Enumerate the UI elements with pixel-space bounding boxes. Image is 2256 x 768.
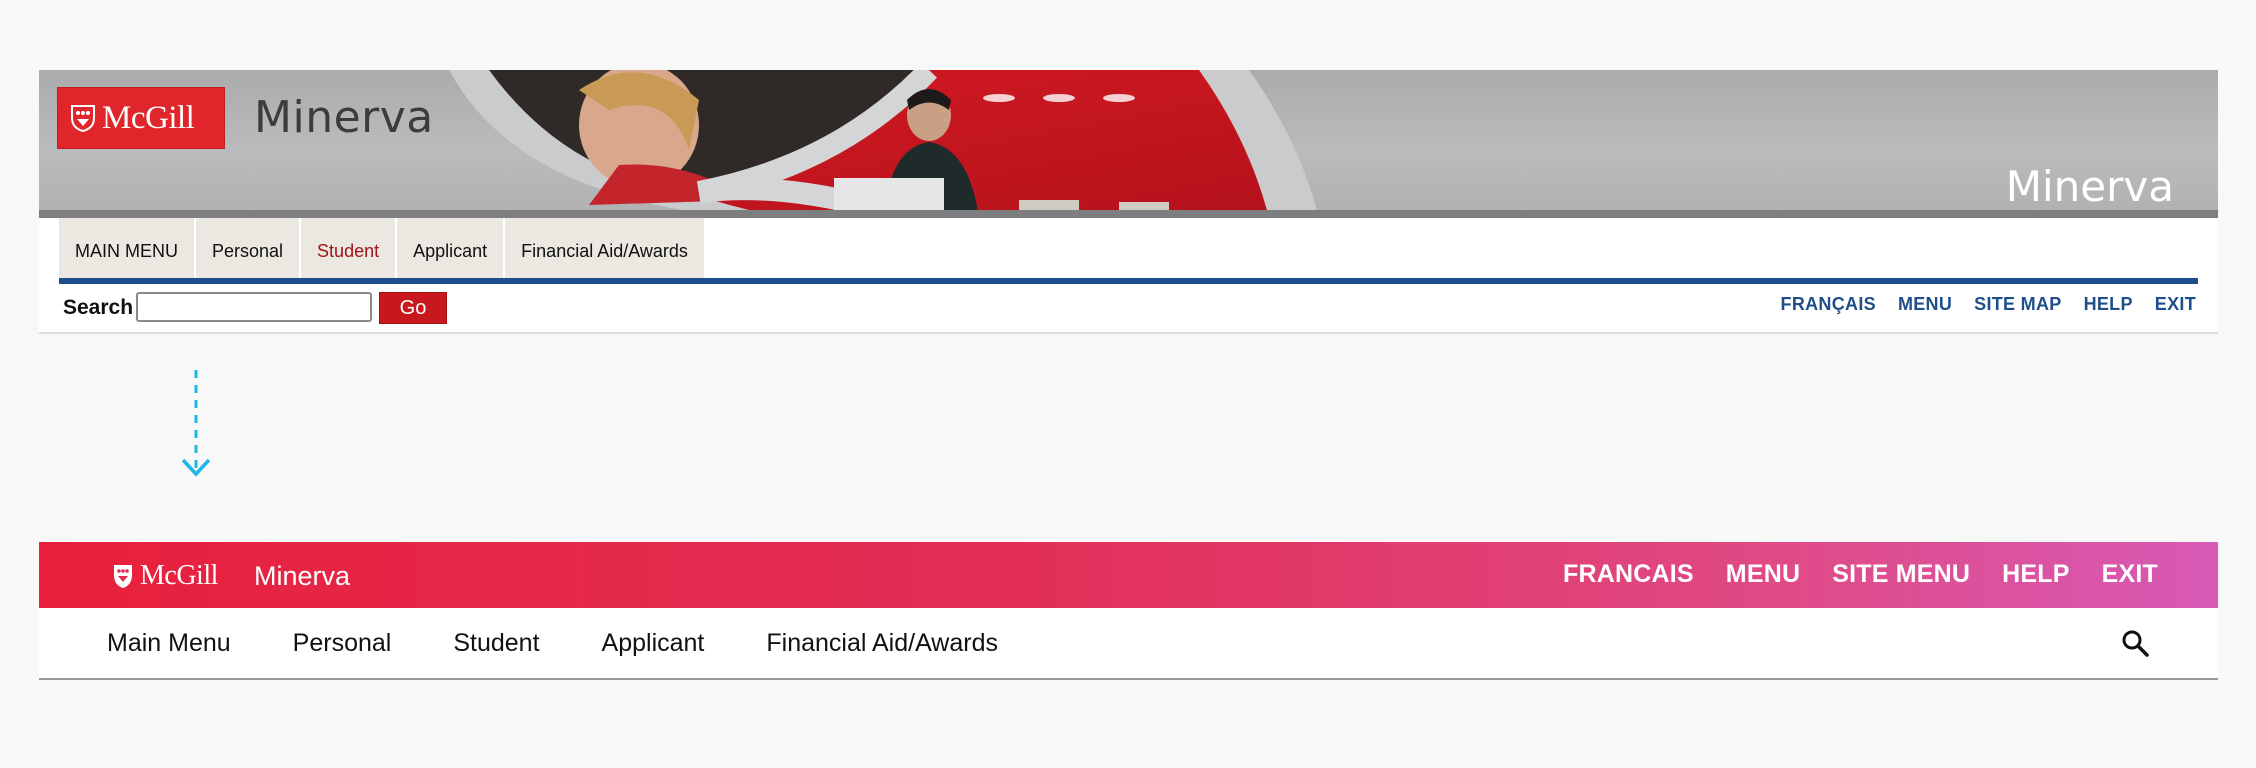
link-site-map[interactable]: SITE MAP (1974, 294, 2061, 315)
link-menu[interactable]: MENU (1726, 560, 1800, 589)
tab-label: MAIN MENU (75, 240, 178, 261)
go-button[interactable]: Go (379, 292, 447, 324)
tab-main-menu[interactable]: MAIN MENU (59, 218, 196, 284)
old-search-bar: Search Go FRANÇAIS MENU SITE MAP HELP EX… (39, 278, 2218, 334)
link-francais[interactable]: FRANCAIS (1563, 560, 1694, 589)
tab-label: Personal (212, 240, 284, 261)
old-banner: McGill Minerva Minerva (39, 70, 2218, 218)
link-francais[interactable]: FRANÇAIS (1781, 294, 1876, 315)
tab-student[interactable]: Student (453, 629, 539, 658)
utility-links: FRANÇAIS MENU SITE MAP HELP EXIT (1781, 294, 2196, 315)
logo-text: McGill (140, 560, 218, 591)
utility-links: FRANCAIS MENU SITE MENU HELP EXIT (1563, 560, 2158, 589)
link-site-menu[interactable]: SITE MENU (1832, 560, 1970, 589)
tab-financial-aid[interactable]: Financial Aid/Awards (505, 218, 706, 284)
tab-student[interactable]: Student (301, 218, 398, 284)
tab-applicant[interactable]: Applicant (602, 629, 705, 658)
tab-label: Student (317, 240, 380, 261)
search-input[interactable] (136, 292, 372, 322)
old-minerva-header: McGill Minerva Minerva MAIN MENU Persona… (39, 70, 2218, 334)
site-title: Minerva (254, 92, 434, 143)
tab-label: Financial Aid/Awards (521, 240, 688, 261)
tab-label: Applicant (413, 240, 488, 261)
logo-text: McGill (102, 99, 195, 136)
link-help[interactable]: HELP (2002, 560, 2069, 589)
link-exit[interactable]: EXIT (2102, 560, 2158, 589)
tab-applicant[interactable]: Applicant (397, 218, 506, 284)
new-nav-bar: Main Menu Personal Student Applicant Fin… (39, 608, 2218, 680)
link-menu[interactable]: MENU (1898, 294, 1952, 315)
nav-rule (59, 278, 2198, 284)
banner-title: Minerva (2005, 162, 2174, 211)
search-icon[interactable] (2120, 628, 2150, 658)
mcgill-logo[interactable]: McGill (112, 560, 218, 592)
tab-personal[interactable]: Personal (293, 629, 392, 658)
crest-icon (114, 565, 132, 588)
tab-personal[interactable]: Personal (196, 218, 302, 284)
new-minerva-header: McGill Minerva FRANCAIS MENU SITE MENU H… (39, 542, 2218, 608)
banner-photo (449, 70, 1319, 218)
link-help[interactable]: HELP (2084, 294, 2133, 315)
arrow-down-icon (181, 370, 211, 477)
tab-financial-aid[interactable]: Financial Aid/Awards (766, 629, 998, 658)
site-title: Minerva (254, 561, 351, 591)
banner-divider (39, 210, 2218, 218)
search-label: Search (63, 296, 134, 319)
link-exit[interactable]: EXIT (2155, 294, 2196, 315)
old-tab-bar: MAIN MENU Personal Student Applicant Fin… (39, 218, 2218, 284)
tab-main-menu[interactable]: Main Menu (107, 629, 231, 658)
mcgill-logo[interactable]: McGill (57, 87, 225, 149)
crest-icon (71, 105, 95, 132)
